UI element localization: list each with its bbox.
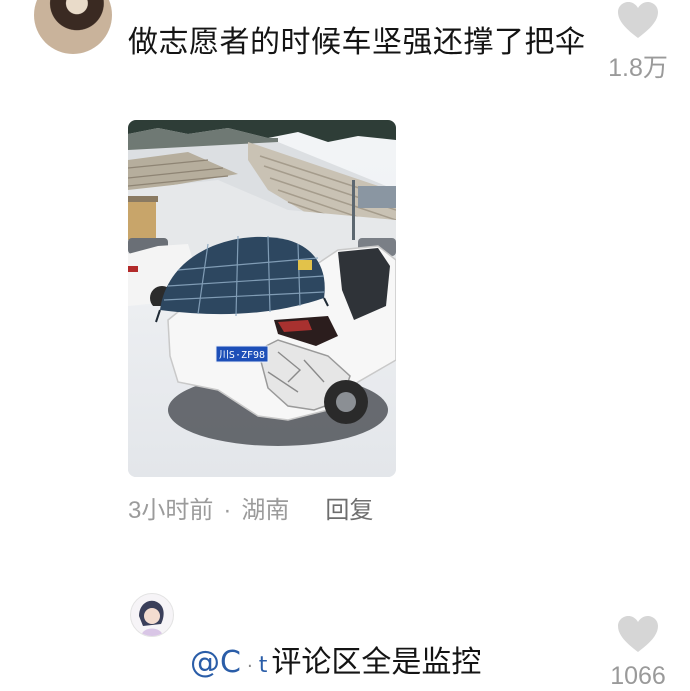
heart-icon[interactable]	[616, 0, 660, 40]
comment-text: 做志愿者的时候车坚强还撑了把伞	[128, 25, 586, 60]
license-plate: 川S·ZF98	[219, 350, 265, 361]
avatar-illustration	[139, 600, 164, 636]
comment-text: @C · t 评论区全是监控	[190, 645, 482, 680]
mention-tail: t	[258, 653, 268, 678]
comment-time: 3小时前	[128, 497, 214, 524]
comment-meta: 3小时前 · 湖南 回复	[128, 490, 373, 525]
like-button[interactable]: 1066	[598, 614, 678, 691]
comment-image[interactable]: 川S·ZF98	[128, 120, 396, 477]
avatar[interactable]	[130, 593, 174, 637]
avatar[interactable]	[34, 0, 112, 54]
reply-button[interactable]: 回复	[325, 497, 373, 524]
mention-link[interactable]: @C	[190, 645, 241, 680]
comment-location: 湖南	[241, 497, 290, 524]
car-photo: 川S·ZF98	[128, 120, 396, 477]
comment-body: 评论区全是监控	[271, 645, 482, 680]
meta-separator: ·	[223, 497, 232, 524]
like-button[interactable]: 1.8万	[598, 0, 678, 84]
like-count: 1.8万	[608, 54, 668, 82]
heart-icon[interactable]	[616, 614, 660, 654]
